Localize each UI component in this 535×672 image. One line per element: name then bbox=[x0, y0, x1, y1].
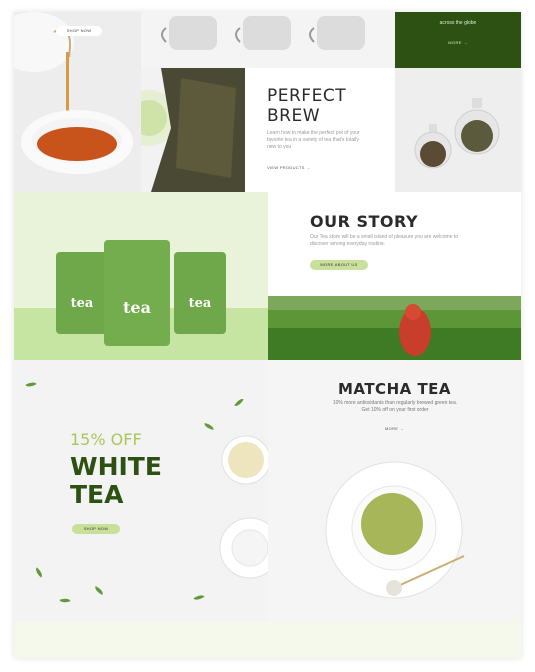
matcha-section: MATCHA TEA 10% more antioxidants than re… bbox=[268, 360, 521, 622]
tea-package: tea bbox=[104, 240, 170, 346]
our-story-title: OUR STORY bbox=[310, 212, 419, 231]
perfect-brew-title-line2: BREW bbox=[267, 106, 321, 126]
tea-package: tea bbox=[174, 252, 226, 334]
white-tea-section: 15% OFF WHITE TEA SHOP NOW bbox=[14, 360, 268, 622]
jars-illustration bbox=[414, 98, 500, 169]
loose-tea-illustration bbox=[141, 68, 245, 192]
promo-more-link[interactable]: MORE → bbox=[395, 40, 521, 45]
tea-packages-image: tea tea tea bbox=[14, 192, 268, 360]
package-label: tea bbox=[123, 298, 151, 317]
loose-tea-image bbox=[141, 68, 245, 192]
perfect-brew-title-line1: PERFECT bbox=[267, 86, 347, 106]
glass-jars-image bbox=[395, 68, 521, 192]
white-tea-illustration bbox=[219, 435, 268, 579]
matcha-bowl-illustration bbox=[325, 461, 465, 599]
teapot-image: SHOP NOW bbox=[14, 12, 141, 192]
tea-field-illustration bbox=[268, 296, 521, 360]
tea-field-image bbox=[268, 296, 521, 360]
package-label: tea bbox=[70, 296, 94, 311]
our-story-section: OUR STORY Our Tea store will be a small … bbox=[268, 192, 521, 296]
next-section-preview bbox=[14, 622, 521, 658]
view-products-link[interactable]: VIEW PRODUCTS → bbox=[267, 165, 310, 170]
cups-image bbox=[141, 12, 395, 68]
more-about-us-button[interactable]: MORE ABOUT US bbox=[310, 260, 368, 270]
white-tea-offer: 15% OFF bbox=[70, 430, 142, 449]
white-tea-title-line1: WHITE bbox=[70, 452, 162, 481]
white-tea-title-line2: TEA bbox=[70, 480, 124, 509]
promo-dark-green: across the globe MORE → bbox=[395, 12, 521, 68]
tea-package: tea bbox=[56, 252, 108, 334]
teapot-illustration bbox=[14, 12, 133, 174]
promo-text: across the globe bbox=[439, 20, 477, 26]
package-label: tea bbox=[188, 296, 212, 311]
perfect-brew-section: PERFECT BREW Learn how to make the perfe… bbox=[245, 68, 395, 192]
shop-now-button[interactable]: SHOP NOW bbox=[56, 26, 102, 36]
perfect-brew-desc: Learn how to make the perfect pot of you… bbox=[267, 130, 360, 150]
our-story-desc: Our Tea store will be a small island of … bbox=[310, 234, 459, 247]
page: SHOP NOW across the globe MORE → PERFECT… bbox=[14, 12, 521, 658]
cups-illustration bbox=[161, 16, 365, 50]
white-tea-shop-button[interactable]: SHOP NOW bbox=[72, 524, 120, 534]
